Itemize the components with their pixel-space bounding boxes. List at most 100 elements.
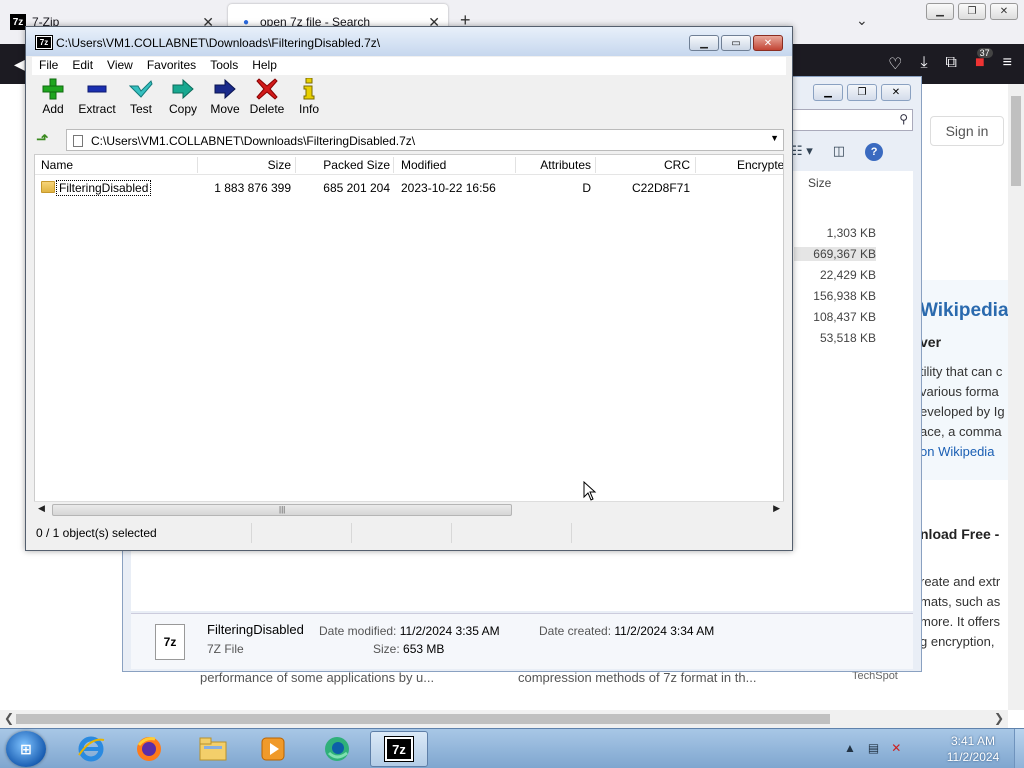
up-folder-icon[interactable]: ⬏: [36, 130, 49, 148]
status-cell: [252, 523, 352, 543]
menu-file[interactable]: File: [32, 57, 65, 75]
move-label: Move: [210, 102, 240, 116]
info-label: Info: [298, 102, 319, 116]
archive-file-list[interactable]: Name Size Packed Size Modified Attribute…: [34, 154, 784, 518]
menu-tools[interactable]: Tools: [203, 57, 245, 75]
explorer-size-column-header[interactable]: Size: [808, 176, 831, 190]
row-name[interactable]: FilteringDisabled: [56, 180, 152, 196]
extensions-icon[interactable]: ⧉: [946, 54, 957, 74]
close-button[interactable]: ✕: [753, 35, 783, 51]
back-arrow-icon[interactable]: ◀: [14, 56, 25, 73]
page-vertical-scrollbar[interactable]: [1008, 84, 1024, 710]
search-icon: ⚲: [899, 112, 908, 126]
scroll-right-icon[interactable]: ❯: [994, 711, 1004, 725]
download-line: g encryption,: [920, 634, 995, 649]
restore-button[interactable]: ❐: [958, 3, 986, 20]
close-button[interactable]: ✕: [881, 84, 911, 101]
scroll-right-icon[interactable]: ▶: [773, 503, 780, 514]
scroll-left-icon[interactable]: ◀: [38, 503, 45, 514]
column-separator[interactable]: [393, 157, 394, 173]
page-horizontal-scrollbar[interactable]: ❮ ❯: [0, 710, 1008, 728]
menu-edit[interactable]: Edit: [65, 57, 100, 75]
maximize-button[interactable]: ▭: [721, 35, 751, 51]
status-selection: 0 / 1 object(s) selected: [32, 523, 252, 543]
clock[interactable]: 3:41 AM 11/2/2024: [940, 733, 1006, 765]
start-button[interactable]: ⊞: [6, 731, 46, 767]
scroll-thumb[interactable]: [16, 714, 830, 724]
media-player-icon[interactable]: [244, 731, 302, 767]
table-row[interactable]: FilteringDisabled 1 883 876 399 685 201 …: [35, 178, 783, 198]
explorer-size-cell: 156,938 KB: [813, 289, 876, 303]
menu-favorites[interactable]: Favorites: [140, 57, 203, 75]
minimize-button[interactable]: ▁: [689, 35, 719, 51]
scroll-left-icon[interactable]: ❮: [4, 711, 14, 725]
network-icon[interactable]: ▤: [868, 741, 879, 755]
dropdown-arrow-icon[interactable]: ▼: [770, 133, 779, 143]
wiki-title[interactable]: Wikipedia: [920, 300, 1009, 322]
help-icon[interactable]: ?: [865, 143, 884, 161]
download-line: reate and extr: [920, 574, 1001, 589]
column-separator[interactable]: [695, 157, 696, 173]
7zip-icon[interactable]: 7z: [35, 35, 53, 50]
test-label: Test: [129, 102, 152, 116]
move-button[interactable]: Move: [204, 77, 246, 125]
explorer-search-input[interactable]: ⚲: [791, 109, 913, 131]
scroll-thumb[interactable]: [1011, 96, 1021, 186]
close-button[interactable]: ✕: [990, 3, 1018, 20]
info-button[interactable]: Info: [288, 77, 330, 125]
delete-button[interactable]: Delete: [246, 77, 288, 125]
7z-file-icon: 7z: [155, 624, 185, 660]
7zip-icon[interactable]: 7z: [370, 731, 428, 767]
show-desktop-button[interactable]: [1014, 729, 1024, 768]
download-line: mats, such as: [920, 594, 1001, 609]
wiki-line: various forma: [920, 384, 999, 399]
wiki-line: tility that can c: [920, 364, 1003, 379]
delete-label: Delete: [249, 102, 285, 116]
7zip-title-bar[interactable]: 7z C:\Users\VM1.COLLABNET\Downloads\Filt…: [26, 27, 792, 56]
firefox-icon[interactable]: [120, 731, 178, 767]
restore-button[interactable]: ❐: [847, 84, 877, 101]
add-button[interactable]: Add: [32, 77, 74, 125]
column-crc[interactable]: CRC: [595, 158, 690, 172]
list-horizontal-scrollbar[interactable]: ◀ ||| ▶: [34, 501, 784, 518]
column-modified[interactable]: Modified: [401, 158, 446, 172]
7zip-icon: 7z: [10, 14, 26, 30]
extract-button[interactable]: Extract: [74, 77, 120, 125]
column-size[interactable]: Size: [197, 158, 291, 172]
hamburger-menu-icon[interactable]: ≡: [1003, 54, 1012, 74]
address-input[interactable]: C:\Users\VM1.COLLABNET\Downloads\Filteri…: [66, 129, 784, 151]
x-icon: [254, 77, 280, 101]
edge-icon[interactable]: [308, 731, 366, 767]
column-name[interactable]: Name: [41, 158, 73, 172]
column-packed-size[interactable]: Packed Size: [295, 158, 390, 172]
view-options-icon[interactable]: ☷ ▾: [791, 143, 813, 161]
wiki-subtitle: ver: [920, 334, 942, 350]
tray-expand-icon[interactable]: ▲: [844, 741, 856, 755]
explorer-view-tools: ☷ ▾ ◫ ?: [791, 143, 884, 161]
menu-view[interactable]: View: [100, 57, 140, 75]
download-icon[interactable]: ⤓: [920, 54, 927, 74]
download-title[interactable]: nload Free -: [920, 526, 999, 542]
internet-explorer-icon[interactable]: [62, 731, 120, 767]
copy-button[interactable]: Copy: [162, 77, 204, 125]
wiki-link[interactable]: on Wikipedia: [920, 444, 994, 459]
taskbar: ⊞ 7z ▲ ▤ ✕ 3:41 AM 11/2/2024: [0, 728, 1024, 768]
minimize-button[interactable]: ▁: [813, 84, 843, 101]
addon-badge: 37: [976, 48, 993, 58]
menu-help[interactable]: Help: [245, 57, 284, 75]
addon-badge-icon[interactable]: ■ 37: [975, 48, 993, 74]
minimize-button[interactable]: ▁: [926, 3, 954, 20]
sign-in-button[interactable]: Sign in: [930, 116, 1004, 146]
test-button[interactable]: Test: [120, 77, 162, 125]
column-encrypted[interactable]: Encrypte: [737, 158, 783, 172]
scroll-thumb[interactable]: |||: [52, 504, 512, 516]
column-attributes[interactable]: Attributes: [515, 158, 591, 172]
windows-logo-icon: ⊞: [20, 740, 32, 757]
explorer-size-cell: 108,437 KB: [813, 310, 876, 324]
pocket-icon[interactable]: ♡: [888, 54, 902, 74]
preview-pane-icon[interactable]: ◫: [833, 143, 845, 161]
tab-list-chevron-icon[interactable]: ⌄: [856, 12, 868, 29]
file-explorer-icon[interactable]: [184, 731, 242, 767]
volume-muted-icon[interactable]: ✕: [891, 741, 901, 755]
file-icon: [73, 135, 83, 147]
